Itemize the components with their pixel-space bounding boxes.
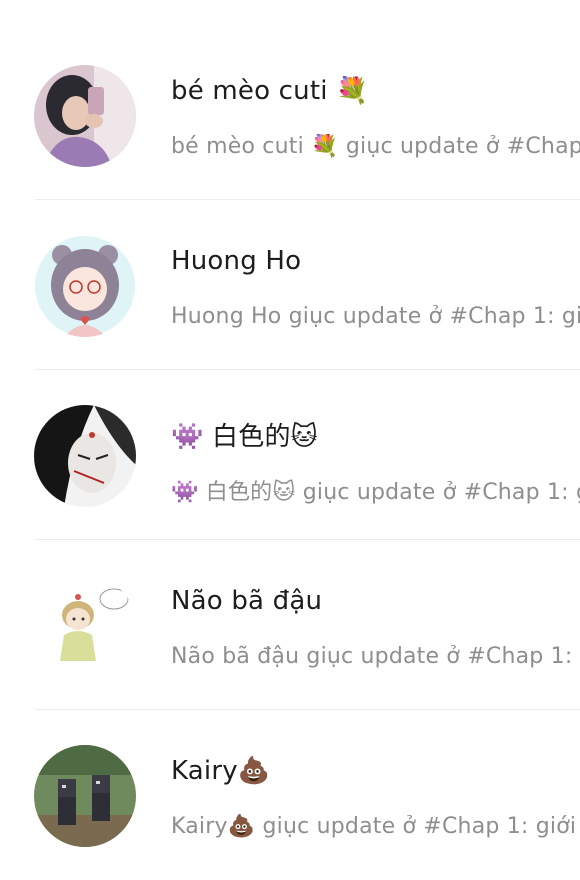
notification-preview: Não bã đậu giục update ở #Chap 1: giới t… <box>171 644 580 669</box>
notification-item[interactable]: Kairy💩 Kairy💩 giục update ở #Chap 1: giớ… <box>0 710 580 880</box>
notification-sender-name: Huong Ho <box>171 246 302 276</box>
notification-item[interactable]: bé mèo cuti 💐 bé mèo cuti 💐 giục update … <box>0 30 580 200</box>
avatar-anime-girl-heart-icon <box>34 235 136 337</box>
avatar[interactable] <box>34 575 136 677</box>
avatar[interactable] <box>34 65 136 167</box>
avatar-chibi-character-icon <box>34 575 136 677</box>
notification-sender-name: Kairy💩 <box>171 756 271 786</box>
notification-preview: Kairy💩 giục update ở #Chap 1: giới thiệu <box>171 814 580 839</box>
notification-item[interactable]: 👾 白色的🐱 👾 白色的🐱 giục update ở #Chap 1: giớ… <box>0 370 580 540</box>
notification-preview: Huong Ho giục update ở #Chap 1: giới thi… <box>171 304 580 329</box>
notification-sender-name: Não bã đậu <box>171 586 323 616</box>
avatar-girl-phone-selfie-icon <box>34 65 136 167</box>
avatar-anime-character-dark-hair-icon <box>34 405 136 507</box>
avatar[interactable] <box>34 235 136 337</box>
notification-item[interactable]: Não bã đậu Não bã đậu giục update ở #Cha… <box>0 540 580 710</box>
notification-preview: 👾 白色的🐱 giục update ở #Chap 1: giới thiệu <box>171 480 580 505</box>
notification-item[interactable]: Huong Ho Huong Ho giục update ở #Chap 1:… <box>0 200 580 370</box>
notification-sender-name: 👾 白色的🐱 <box>171 422 318 452</box>
avatar-minecraft-characters-icon <box>34 745 136 847</box>
notification-sender-name: bé mèo cuti 💐 <box>171 76 369 106</box>
notification-preview: bé mèo cuti 💐 giục update ở #Chap 1: giớ… <box>171 134 580 159</box>
avatar[interactable] <box>34 405 136 507</box>
avatar[interactable] <box>34 745 136 847</box>
